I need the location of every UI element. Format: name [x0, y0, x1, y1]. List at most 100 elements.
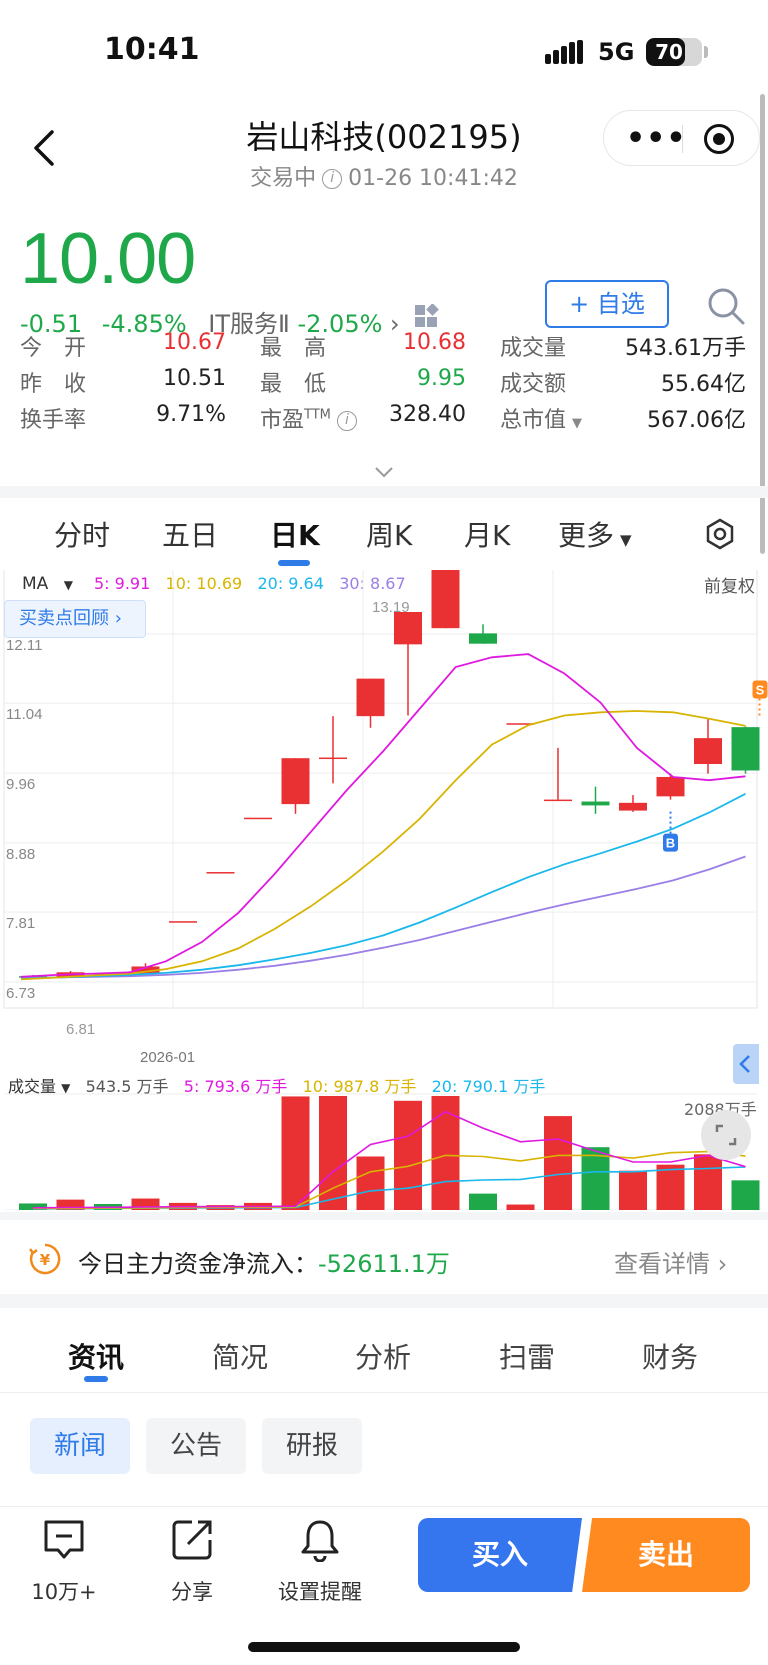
y-tick-label: 9.96 — [6, 776, 35, 793]
share-label[interactable]: 分享 — [137, 1576, 247, 1606]
apps-grid-icon[interactable] — [414, 304, 440, 330]
stat-label: 市盈TTM i — [260, 402, 363, 434]
ktab-3[interactable]: 周K — [366, 514, 412, 554]
divider — [0, 1506, 768, 1507]
money-flow-details-link[interactable]: 查看详情 › — [614, 1244, 727, 1279]
info-tab-0[interactable]: 资讯 — [68, 1336, 124, 1376]
ktab-5[interactable]: 更多 ▼ — [558, 514, 632, 554]
stock-title: 岩山科技(002195) — [246, 118, 522, 156]
volume-legend: 成交量 ▼ 543.5 万手 5: 793.6 万手 10: 987.8 万手 … — [8, 1073, 545, 1097]
yuan-flow-icon: ¥ — [29, 1243, 61, 1275]
info-tab-3[interactable]: 扫雷 — [499, 1336, 555, 1376]
info-tab-4[interactable]: 财务 — [642, 1336, 698, 1376]
stat-label: 最 高 — [260, 330, 326, 362]
kline-chart[interactable]: 12.11 11.04 9.96 8.88 7.81 6.73 2026-01 13.19 6.… — [0, 570, 768, 1210]
candle-body — [169, 921, 197, 923]
ktab-2[interactable]: 日K — [270, 514, 320, 554]
stat-label-text: 昨 收 — [20, 372, 87, 397]
network-type: 5G — [598, 38, 635, 66]
chevron-right-icon: › — [390, 310, 400, 338]
stat-label-text: 最 低 — [260, 372, 327, 397]
ktab-4[interactable]: 月K — [464, 514, 510, 554]
comment-icon[interactable] — [42, 1518, 86, 1562]
more-icon[interactable]: ••• — [626, 121, 687, 156]
svg-text:¥: ¥ — [40, 1251, 51, 1269]
stat-label: 成交额 — [500, 366, 566, 398]
fullscreen-icon[interactable] — [701, 1110, 751, 1160]
ktab-label: 周K — [366, 519, 413, 552]
stat-label: 昨 收 — [20, 366, 86, 398]
volume-bar — [656, 1164, 685, 1210]
y-tick-label: 11.04 — [6, 706, 42, 723]
volume-bar — [431, 1096, 460, 1210]
y-tick-label: 8.88 — [6, 846, 35, 863]
info-icon[interactable]: i — [336, 411, 357, 431]
stat-value: 10.51 — [163, 366, 226, 391]
stat-label-sup: TTM — [304, 407, 331, 423]
candle-body — [356, 678, 385, 717]
stat-label-text: 今 开 — [20, 336, 87, 361]
buy-button[interactable]: 买入 — [418, 1518, 582, 1592]
scrollbar[interactable] — [760, 94, 765, 554]
chip-0[interactable]: 新闻 — [30, 1418, 130, 1474]
ktab-active-indicator — [278, 560, 310, 566]
candle-body — [581, 801, 610, 806]
bell-icon[interactable] — [298, 1518, 342, 1562]
stat-label: 成交量 — [500, 330, 566, 362]
set-alert-label[interactable]: 设置提醒 — [265, 1576, 375, 1606]
search-icon[interactable] — [706, 286, 746, 326]
stat-value: 9.71% — [156, 402, 226, 427]
stat-label-text: 成交量 — [500, 336, 567, 361]
trade-replay-button[interactable]: 买卖点回顾 › — [4, 600, 146, 638]
candle-body — [244, 817, 272, 820]
section-divider — [0, 1294, 768, 1308]
candle-body — [281, 758, 310, 805]
stat-label-text: 换手率 — [20, 408, 87, 433]
chip-1[interactable]: 公告 — [146, 1418, 246, 1474]
volume-bar — [619, 1170, 647, 1210]
ktab-label: 月K — [464, 519, 511, 552]
close-miniapp-icon[interactable] — [704, 124, 734, 154]
miniapp-capsule: ••• — [603, 110, 760, 166]
battery-cap — [704, 46, 708, 58]
stat-label[interactable]: 总市值 ▼ — [500, 402, 582, 434]
chevron-down-icon: ▼ — [572, 416, 583, 431]
chevron-down-icon: ▼ — [620, 531, 632, 549]
volume-ma20: 20: 790.1 万手 — [431, 1077, 546, 1096]
money-flow-label: 今日主力资金净流入： — [78, 1250, 318, 1278]
x-axis-label: 2026-01 — [140, 1049, 195, 1066]
ktab-label: 日K — [270, 519, 320, 552]
sell-button[interactable]: 卖出 — [582, 1518, 750, 1592]
share-icon[interactable] — [170, 1518, 214, 1562]
collapse-panel-icon[interactable] — [733, 1044, 759, 1084]
chart-settings-icon[interactable] — [704, 518, 736, 550]
comments-count[interactable]: 10万+ — [9, 1576, 119, 1606]
ktab-label: 更多 — [558, 519, 615, 552]
info-tab-2[interactable]: 分析 — [355, 1336, 411, 1376]
ktab-1[interactable]: 五日 — [162, 514, 218, 554]
info-tab-1[interactable]: 简况 — [212, 1336, 268, 1376]
ktab-label: 五日 — [162, 519, 219, 552]
candle-body — [544, 799, 572, 802]
chevron-right-icon: › — [717, 1250, 728, 1278]
stat-label-text: 最 高 — [260, 336, 327, 361]
info-icon[interactable]: i — [322, 169, 343, 189]
back-icon[interactable] — [30, 128, 60, 168]
candle-body — [394, 612, 422, 645]
expand-stats-icon[interactable] — [374, 466, 394, 478]
add-watchlist-button[interactable]: + 自选 — [545, 280, 669, 328]
candle-body — [619, 802, 647, 811]
volume-bar — [394, 1100, 422, 1210]
volume-bar — [694, 1154, 722, 1210]
volume-bar — [731, 1180, 760, 1210]
chip-2[interactable]: 研报 — [262, 1418, 362, 1474]
volume-bar — [356, 1156, 385, 1210]
ktab-label: 分时 — [54, 519, 111, 552]
ktab-0[interactable]: 分时 — [54, 514, 110, 554]
stat-label: 最 低 — [260, 366, 326, 398]
money-flow-value: -52611.1万 — [318, 1250, 450, 1278]
volume-bar — [506, 1204, 535, 1210]
volume-select[interactable]: 成交量 ▼ — [8, 1077, 70, 1096]
volume-ma10: 10: 987.8 万手 — [302, 1077, 417, 1096]
money-flow-details-label: 查看详情 — [614, 1250, 710, 1278]
